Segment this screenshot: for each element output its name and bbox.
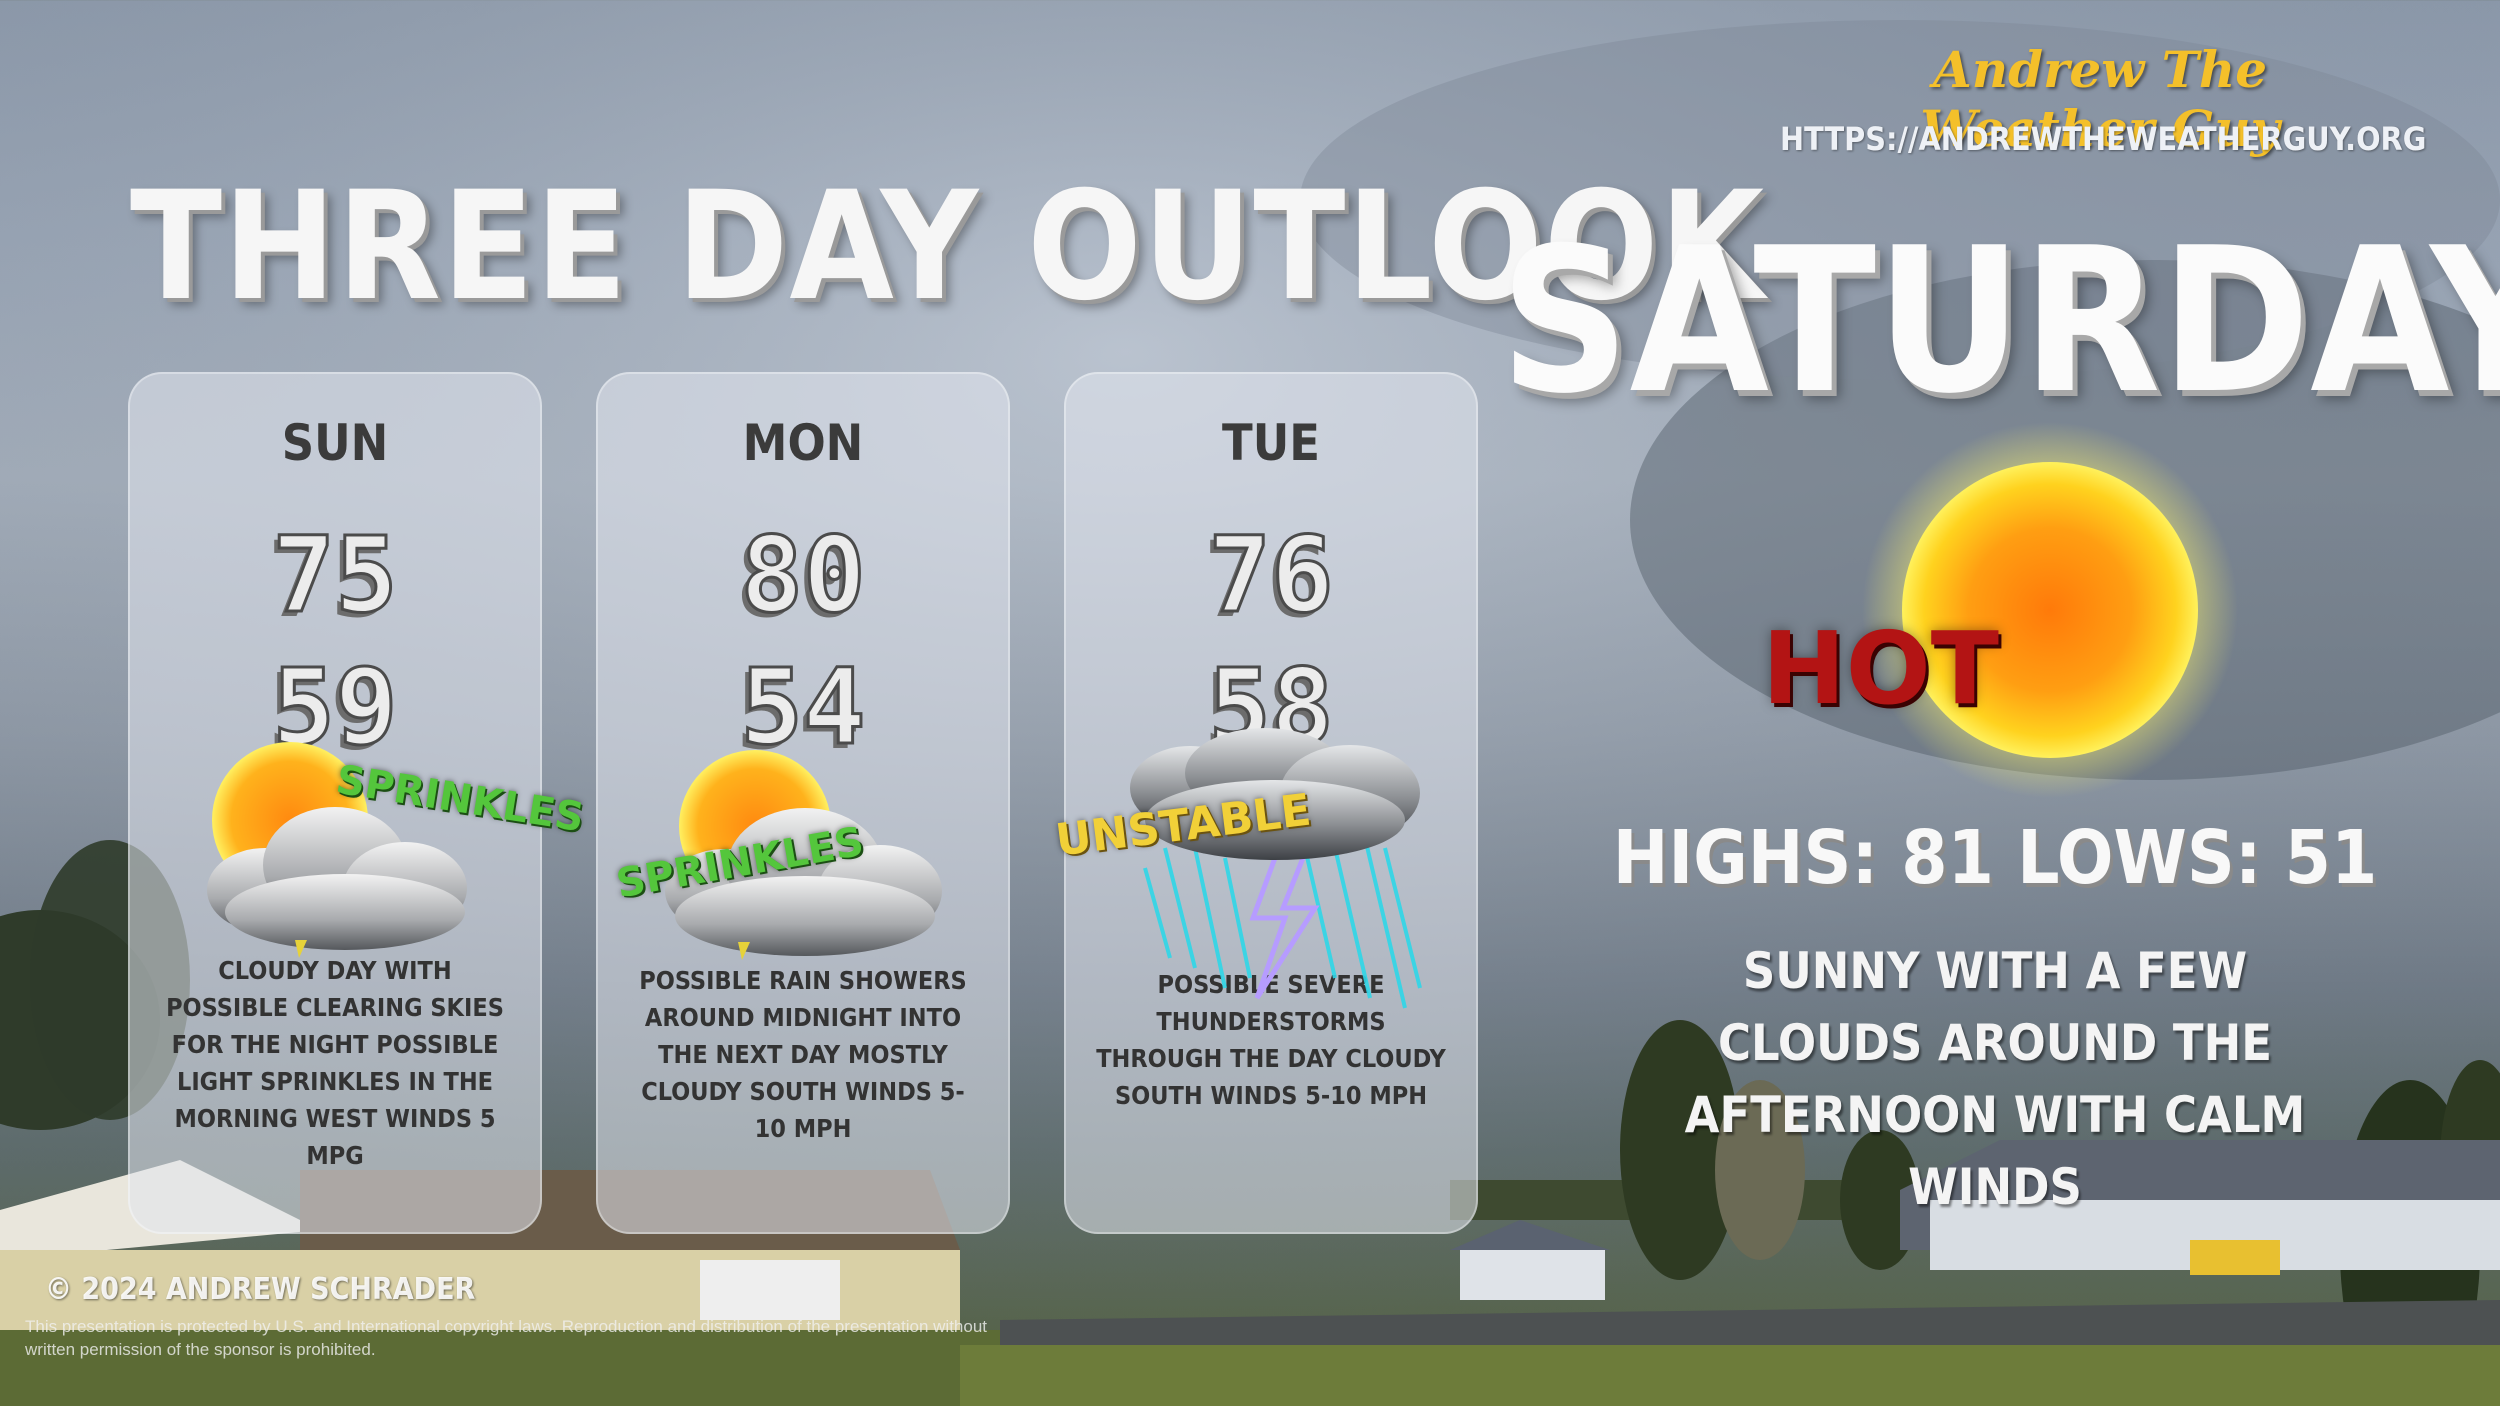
hot-label: HOT: [1762, 610, 1999, 727]
thunderstorm-icon: [1130, 728, 1422, 1009]
day-description: POSSIBLE RAIN SHOWERS AROUND MIDNIGHT IN…: [639, 966, 967, 1143]
featured-day-title: SATURDAY: [1500, 205, 2500, 438]
featured-forecast-text: SUNNY WITH A FEW CLOUDS AROUND THE AFTER…: [1684, 942, 2306, 1216]
high-temp: 76: [1207, 513, 1335, 638]
day-description: CLOUDY DAY WITH POSSIBLE CLEARING SKIES …: [166, 956, 504, 1170]
day-label: MON: [742, 414, 864, 472]
high-temp: 75: [271, 513, 399, 638]
page-title: THREE DAY OUTLOOK: [130, 160, 1766, 334]
high-temp: 80: [739, 513, 867, 638]
brand-url[interactable]: HTTPS://ANDREWTHEWEATHERGUY.ORG: [1780, 120, 2426, 158]
legal-disclaimer: This presentation is protected by U.S. a…: [25, 1317, 988, 1359]
day-label: SUN: [281, 414, 389, 472]
copyright-notice: © 2024 ANDREW SCHRADER: [45, 1272, 476, 1307]
featured-highs-lows: HIGHS: 81 LOWS: 51: [1612, 815, 2378, 901]
day-label: TUE: [1222, 414, 1320, 472]
